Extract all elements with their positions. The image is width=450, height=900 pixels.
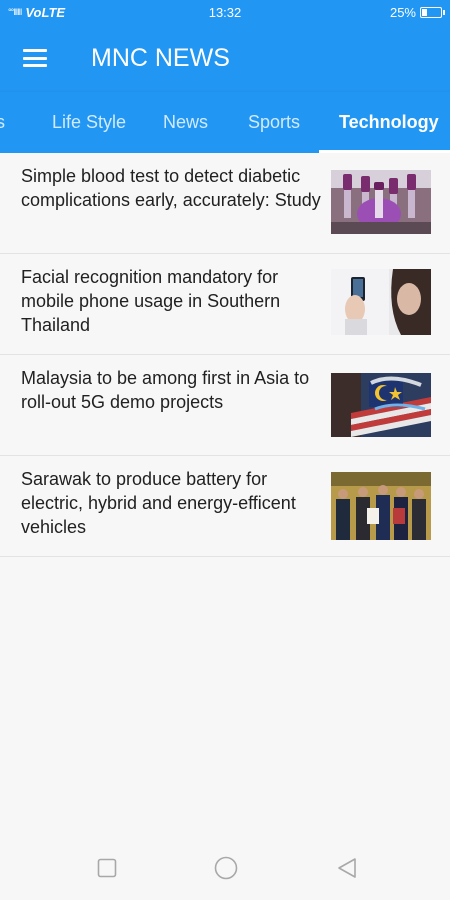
- tab-partial[interactable]: s: [0, 92, 5, 153]
- signal-icon: °°‖‖‖: [8, 7, 22, 17]
- circle-home-icon[interactable]: [214, 856, 238, 885]
- battery-percent: 25%: [389, 4, 416, 20]
- list-item[interactable]: Malaysia to be among first in Asia to ro…: [0, 355, 450, 456]
- tab-life-style[interactable]: Life Style: [52, 92, 126, 153]
- triangle-back-icon[interactable]: [337, 857, 357, 884]
- list-item[interactable]: Sarawak to produce battery for electric,…: [0, 456, 450, 557]
- blood-test-tubes-image[interactable]: [331, 170, 431, 234]
- status-right: 25%: [292, 4, 445, 20]
- article-title[interactable]: Malaysia to be among first in Asia to ro…: [21, 366, 321, 414]
- article-title[interactable]: Sarawak to produce battery for electric,…: [21, 467, 321, 539]
- system-nav-bar: [0, 840, 450, 900]
- malaysia-flag-image[interactable]: [331, 373, 431, 437]
- list-item[interactable]: Facial recognition mandatory for mobile …: [0, 254, 450, 355]
- tab-technology[interactable]: Technology: [339, 92, 439, 153]
- article-list: Simple blood test to detect diabetic com…: [0, 153, 450, 557]
- app-bar: MNC NEWS: [0, 24, 450, 92]
- article-title[interactable]: Simple blood test to detect diabetic com…: [21, 164, 321, 212]
- status-time: 13:32: [208, 4, 242, 20]
- status-left: °°‖‖‖ VoLTE: [8, 5, 158, 20]
- article-title[interactable]: Facial recognition mandatory for mobile …: [21, 265, 321, 337]
- app-title: MNC NEWS: [91, 43, 230, 72]
- status-bar: °°‖‖‖ VoLTE 13:32 25%: [0, 0, 450, 24]
- category-tabs: s Life Style News Sports Technology: [0, 92, 450, 153]
- network-type: VoLTE: [25, 4, 66, 20]
- battery-icon: [420, 6, 445, 18]
- signing-ceremony-image[interactable]: [331, 472, 431, 540]
- tab-sports[interactable]: Sports: [248, 92, 300, 153]
- hamburger-menu-icon[interactable]: [23, 49, 47, 67]
- square-recent-apps-icon[interactable]: [97, 858, 117, 883]
- list-item[interactable]: Simple blood test to detect diabetic com…: [0, 153, 450, 254]
- phone-face-recognition-image[interactable]: [331, 269, 431, 335]
- battery-fill: [422, 8, 427, 16]
- tab-news[interactable]: News: [163, 92, 208, 153]
